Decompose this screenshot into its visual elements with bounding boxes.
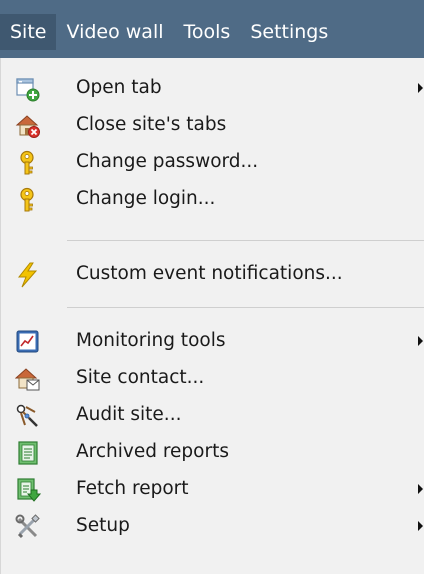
- setup-tools-icon: [15, 514, 40, 539]
- menu-item-open-tab[interactable]: Open tab: [1, 70, 424, 106]
- menu-item-label: Open tab: [76, 77, 162, 98]
- menubar-settings[interactable]: Settings: [240, 14, 338, 50]
- audit-icon: [16, 404, 38, 427]
- key-icon: [20, 150, 34, 175]
- menu-item-monitoring-tools[interactable]: Monitoring tools: [1, 323, 424, 359]
- key-icon: [20, 187, 34, 212]
- menu-item-audit-site[interactable]: Audit site...: [1, 397, 424, 433]
- submenu-arrow-icon: [418, 521, 423, 531]
- menubar-video-wall[interactable]: Video wall: [56, 14, 173, 50]
- submenu-arrow-icon: [418, 336, 423, 346]
- site-contact-icon: [15, 368, 40, 391]
- menu-item-setup[interactable]: Setup: [1, 508, 424, 544]
- menu-item-change-login[interactable]: Change login...: [1, 181, 424, 217]
- menu-separator: [67, 240, 424, 241]
- archived-reports-icon: [18, 441, 38, 465]
- menu-item-label: Close site's tabs: [76, 114, 227, 135]
- menu-item-site-contact[interactable]: Site contact...: [1, 360, 424, 396]
- menu-item-label: Site contact...: [76, 367, 205, 388]
- menu-item-label: Change password...: [76, 151, 259, 172]
- menu-item-change-password[interactable]: Change password...: [1, 144, 424, 180]
- menu-item-label: Archived reports: [76, 441, 229, 462]
- menu-item-close-site-tabs[interactable]: Close site's tabs: [1, 107, 424, 143]
- submenu-arrow-icon: [418, 83, 423, 93]
- menu-item-label: Custom event notifications...: [76, 263, 343, 284]
- monitoring-chart-icon: [16, 330, 39, 353]
- menu-bar: Site Video wall Tools Settings: [0, 0, 424, 58]
- submenu-arrow-icon: [418, 484, 423, 494]
- menu-item-label: Monitoring tools: [76, 330, 226, 351]
- menu-item-fetch-report[interactable]: Fetch report: [1, 471, 424, 507]
- menubar-tools[interactable]: Tools: [174, 14, 241, 50]
- fetch-report-icon: [17, 478, 41, 502]
- menu-item-label: Setup: [76, 515, 130, 536]
- menubar-site[interactable]: Site: [0, 14, 57, 50]
- open-tab-icon: [16, 78, 40, 102]
- lightning-icon: [17, 262, 38, 288]
- menu-item-label: Change login...: [76, 188, 216, 209]
- site-dropdown-menu: Open tab Close site's tabs Change passwo…: [0, 58, 424, 574]
- close-site-tabs-icon: [15, 115, 40, 138]
- menu-item-archived-reports[interactable]: Archived reports: [1, 434, 424, 470]
- menu-item-label: Audit site...: [76, 404, 182, 425]
- menu-item-label: Fetch report: [76, 478, 189, 499]
- menu-item-custom-event-notifications[interactable]: Custom event notifications...: [1, 256, 424, 292]
- menu-separator: [67, 307, 424, 308]
